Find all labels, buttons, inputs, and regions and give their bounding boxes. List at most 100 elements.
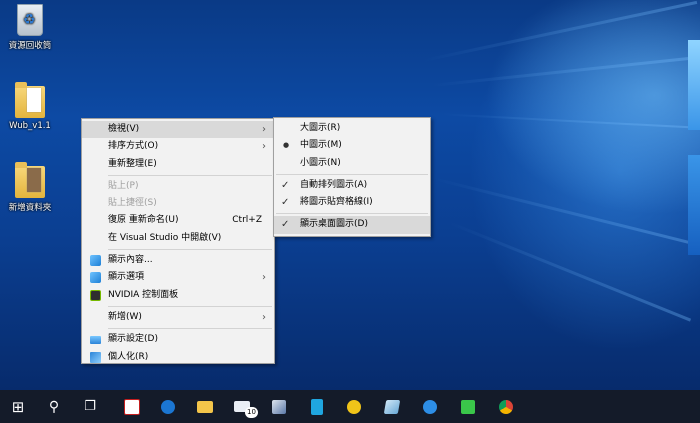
checkmark-icon: ✓ <box>281 219 290 231</box>
desktop-icon-recycle-bin[interactable]: ♻ 資源回收筒 <box>0 4 60 51</box>
menu-separator <box>108 249 272 251</box>
recycle-bin-icon: ♻ <box>17 4 43 36</box>
internet-explorer-icon <box>423 399 437 414</box>
taskbar-app-acrobat[interactable] <box>114 390 150 423</box>
menu-item-label: 顯示選項 <box>108 272 145 283</box>
search-button[interactable]: ⚲ <box>36 390 72 423</box>
menu-item-label: 顯示設定(D) <box>108 334 158 345</box>
windows-logo-icon: ⊞ <box>11 397 25 416</box>
submenu-item-align-to-grid[interactable]: ✓ 將圖示貼齊格線(I) <box>274 194 430 211</box>
line-icon <box>461 399 475 414</box>
notification-badge: 10 <box>245 407 258 418</box>
taskbar-app-file-explorer[interactable] <box>187 390 223 423</box>
menu-item-undo-rename[interactable]: 復原 重新命名(U) Ctrl+Z <box>82 212 274 229</box>
taskbar-app-mail[interactable]: 10 <box>224 390 260 423</box>
chevron-right-icon: › <box>262 124 266 135</box>
taskbar-app-line[interactable] <box>450 390 486 423</box>
folder-icon <box>15 82 45 118</box>
taskbar-app-edge[interactable] <box>150 390 186 423</box>
submenu-item-show-desktop-icons[interactable]: ✓ 顯示桌面圖示(D) <box>274 216 430 234</box>
taskbar-app-2[interactable] <box>299 390 335 423</box>
menu-item-label: 重新整理(E) <box>108 158 157 169</box>
search-icon: ⚲ <box>48 398 60 415</box>
menu-item-label: 貼上(P) <box>108 180 139 191</box>
menu-item-nvidia-control-panel[interactable]: NVIDIA 控制面板 <box>82 287 274 304</box>
taskbar-app-3[interactable] <box>336 390 372 423</box>
menu-item-label: NVIDIA 控制面板 <box>108 289 179 300</box>
menu-item-open-in-visual-studio[interactable]: 在 Visual Studio 中開啟(V) <box>82 230 274 247</box>
app-icon <box>311 398 323 415</box>
menu-separator <box>108 174 272 176</box>
menu-item-label: 個人化(R) <box>108 351 149 362</box>
chevron-right-icon: › <box>262 141 266 153</box>
shortcut-label: Ctrl+Z <box>232 215 262 226</box>
start-button[interactable]: ⊞ <box>0 390 36 423</box>
checkmark-icon: ✓ <box>281 197 290 209</box>
menu-item-view[interactable]: 檢視(V) › <box>82 121 274 139</box>
light-beam <box>448 221 692 322</box>
menu-item-personalize[interactable]: 個人化(R) <box>82 349 274 366</box>
submenu-item-small-icons[interactable]: 小圖示(N) <box>274 155 430 172</box>
menu-item-label: 排序方式(O) <box>108 141 159 152</box>
light-beam <box>440 113 700 129</box>
submenu-item-large-icons[interactable]: 大圖示(R) <box>274 120 430 137</box>
chevron-right-icon: › <box>262 311 266 323</box>
desktop-context-menu: 檢視(V) › 排序方式(O) › 重新整理(E) 貼上(P) 貼上捷徑(S) … <box>81 118 275 364</box>
menu-item-refresh[interactable]: 重新整理(E) <box>82 156 274 173</box>
desktop-icon-label: 資源回收筒 <box>8 41 52 51</box>
chevron-right-icon: › <box>262 272 266 284</box>
menu-item-label: 顯示內容... <box>108 255 153 266</box>
light-beam <box>430 55 700 88</box>
monitor-icon <box>90 336 101 345</box>
menu-item-new[interactable]: 新增(W) › <box>82 309 274 326</box>
menu-item-label: 大圖示(R) <box>300 123 341 133</box>
window-pane-light <box>688 40 700 130</box>
menu-separator <box>108 305 272 307</box>
light-beam <box>433 177 697 246</box>
menu-item-label: 檢視(V) <box>108 124 140 134</box>
taskbar: ⊞ ⚲ ❐ 10 <box>0 390 700 423</box>
menu-separator <box>276 173 428 175</box>
edge-icon <box>161 399 175 414</box>
app-icon <box>272 399 286 414</box>
submenu-item-auto-arrange[interactable]: ✓ 自動排列圖示(A) <box>274 177 430 194</box>
submenu-item-medium-icons[interactable]: ● 中圖示(M) <box>274 137 430 154</box>
display-options-icon <box>90 272 101 284</box>
desktop-icon-label: 新增資料夾 <box>8 203 52 213</box>
personalize-icon <box>90 351 101 363</box>
menu-item-label: 小圖示(N) <box>300 157 341 168</box>
menu-item-label: 自動排列圖示(A) <box>300 179 368 190</box>
app-icon <box>383 399 401 414</box>
menu-item-label: 在 Visual Studio 中開啟(V) <box>108 232 222 243</box>
folder-icon <box>15 162 45 198</box>
taskbar-app-chrome[interactable] <box>488 390 524 423</box>
checkmark-icon: ✓ <box>281 179 290 191</box>
light-beam <box>422 0 698 63</box>
menu-item-label: 復原 重新命名(U) <box>108 215 179 226</box>
menu-item-label: 將圖示貼齊格線(I) <box>300 197 373 208</box>
menu-item-label: 新增(W) <box>108 311 142 322</box>
radio-bullet-icon: ● <box>283 141 290 150</box>
menu-item-display-properties[interactable]: 顯示內容... <box>82 252 274 269</box>
chrome-icon <box>499 399 513 414</box>
menu-item-label: 貼上捷徑(S) <box>108 198 157 209</box>
taskbar-app-1[interactable] <box>261 390 297 423</box>
menu-item-sort-by[interactable]: 排序方式(O) › <box>82 138 274 155</box>
task-view-button[interactable]: ❐ <box>72 390 108 423</box>
nvidia-icon <box>90 289 101 301</box>
menu-item-display-options[interactable]: 顯示選項 › <box>82 269 274 286</box>
taskbar-app-4[interactable] <box>374 390 410 423</box>
acrobat-icon <box>124 398 140 415</box>
window-pane-light <box>688 155 700 255</box>
file-explorer-icon <box>197 400 213 413</box>
menu-item-paste-shortcut[interactable]: 貼上捷徑(S) <box>82 195 274 212</box>
menu-item-label: 中圖示(M) <box>300 140 342 151</box>
menu-separator <box>276 213 428 215</box>
desktop-icon-new-folder[interactable]: 新增資料夾 <box>0 162 60 213</box>
taskbar-app-internet-explorer[interactable] <box>412 390 448 423</box>
menu-item-label: 顯示桌面圖示(D) <box>300 219 368 230</box>
menu-item-paste[interactable]: 貼上(P) <box>82 178 274 195</box>
menu-separator <box>108 328 272 330</box>
menu-item-display-settings[interactable]: 顯示設定(D) <box>82 331 274 348</box>
desktop-icon-wub-folder[interactable]: Wub_v1.1 <box>0 82 60 131</box>
